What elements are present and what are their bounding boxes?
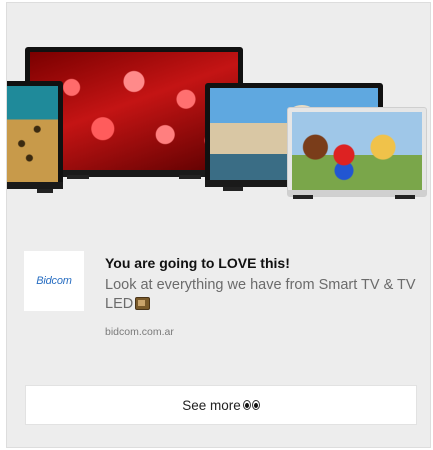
- hero-image[interactable]: [7, 3, 430, 231]
- tv-stand: [67, 175, 89, 179]
- ad-domain[interactable]: bidcom.com.ar: [105, 326, 174, 338]
- ad-title[interactable]: You are going to LOVE this!: [105, 255, 290, 271]
- ad-description-text: Look at everything we have from Smart TV…: [105, 277, 416, 312]
- tv-stand: [37, 189, 53, 193]
- logo-text: Bidcom: [36, 275, 72, 287]
- tv-stand: [293, 195, 313, 199]
- tv-leopard-image: [7, 81, 63, 189]
- see-more-label: See more: [182, 397, 241, 413]
- tv-stand: [223, 187, 243, 191]
- tv-stand: [395, 195, 415, 199]
- tv-stand: [179, 175, 201, 179]
- tv-mario-image: [287, 107, 427, 197]
- eyes-icon: [242, 400, 260, 410]
- tv-icon: [135, 297, 151, 310]
- advertiser-logo[interactable]: Bidcom: [24, 251, 84, 311]
- see-more-button[interactable]: See more: [25, 385, 417, 425]
- ad-description: Look at everything we have from Smart TV…: [105, 276, 420, 314]
- ad-card[interactable]: Bidcom You are going to LOVE this! Look …: [6, 2, 431, 448]
